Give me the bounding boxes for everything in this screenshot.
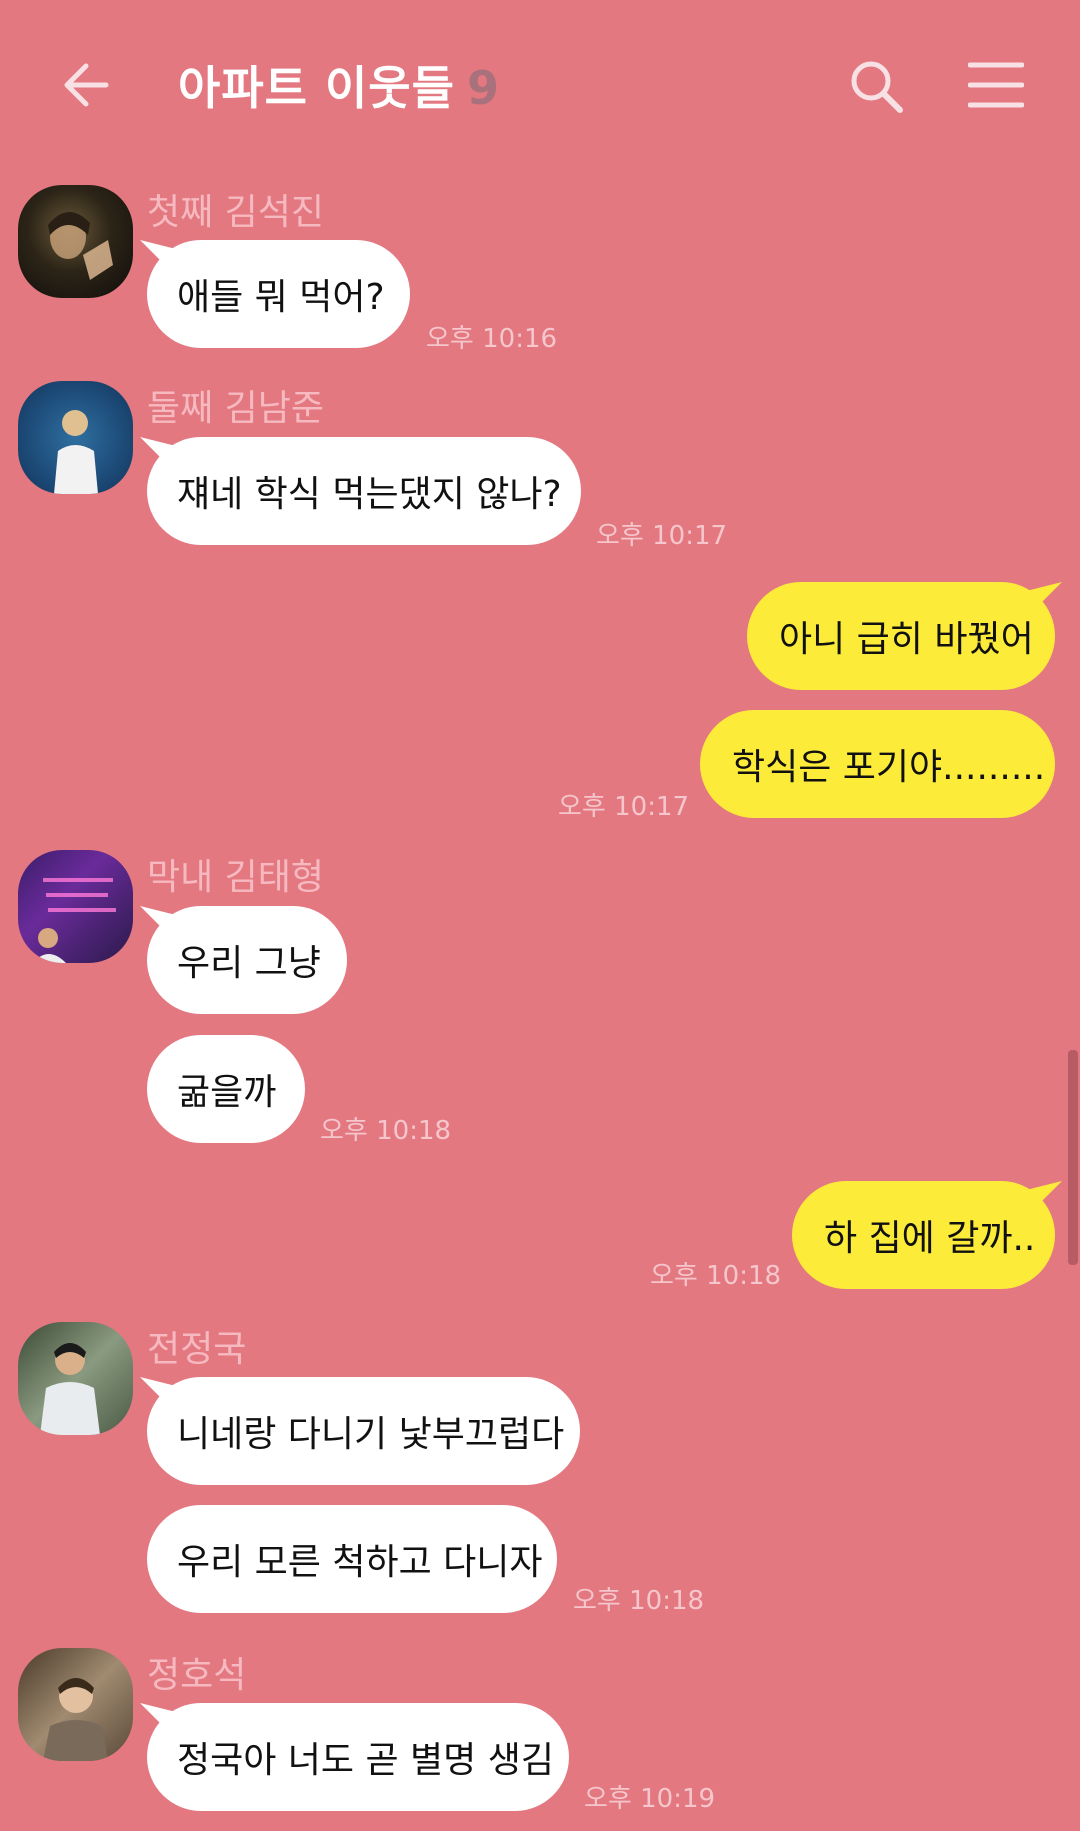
chat-title: 아파트 이웃들 9: [178, 52, 500, 118]
avatar-jungkook-icon[interactable]: [18, 1322, 133, 1435]
sender-name: 전정국: [147, 1329, 247, 1370]
chat-bubble[interactable]: 굶을까: [147, 1035, 305, 1143]
sender-name: 막내 김태형: [147, 857, 325, 898]
search-icon[interactable]: [846, 56, 906, 116]
message-text: 쟤네 학식 먹는댔지 않나?: [177, 474, 562, 515]
message-text: 우리 모른 척하고 다니자: [177, 1542, 543, 1583]
message-text: 정국아 너도 곧 별명 생김: [177, 1740, 554, 1781]
chat-bubble[interactable]: 우리 그냥: [147, 906, 347, 1014]
avatar-hoseok-icon[interactable]: [18, 1648, 133, 1761]
message-text: 니네랑 다니기 낯부끄럽다: [177, 1414, 565, 1455]
avatar-namjoon-icon[interactable]: [18, 381, 133, 494]
message-text: 아니 급히 바꿨어: [779, 619, 1034, 660]
sender-name: 둘째 김남준: [147, 388, 325, 429]
chat-bubble-outgoing[interactable]: 학식은 포기야.........: [700, 710, 1055, 818]
message-text: 애들 뭐 먹어?: [177, 277, 385, 318]
menu-icon[interactable]: [967, 60, 1025, 110]
message-time: 오후 10:17: [596, 521, 728, 551]
chat-bubble[interactable]: 우리 모른 척하고 다니자: [147, 1505, 557, 1613]
message-time: 오후 10:19: [584, 1784, 716, 1814]
message-time: 오후 10:18: [320, 1116, 452, 1146]
message-text: 굶을까: [177, 1072, 277, 1113]
message-time: 오후 10:18: [650, 1261, 782, 1291]
message-time: 오후 10:16: [426, 324, 558, 354]
chat-bubble-outgoing[interactable]: 아니 급히 바꿨어: [747, 582, 1055, 690]
message-time: 오후 10:18: [573, 1586, 705, 1616]
chat-bubble-outgoing[interactable]: 하 집에 갈까..: [792, 1181, 1055, 1289]
message-text: 학식은 포기야.........: [732, 747, 1046, 788]
chat-bubble[interactable]: 쟤네 학식 먹는댔지 않나?: [147, 437, 581, 545]
message-time: 오후 10:17: [558, 792, 690, 822]
avatar-jin-icon[interactable]: [18, 185, 133, 298]
message-text: 우리 그냥: [177, 943, 321, 984]
chat-header: 아파트 이웃들 9: [0, 0, 1080, 170]
sender-name: 정호석: [147, 1655, 247, 1696]
message-text: 하 집에 갈까..: [824, 1218, 1036, 1259]
scrollbar[interactable]: [1068, 1050, 1078, 1265]
chat-bubble[interactable]: 정국아 너도 곧 별명 생김: [147, 1703, 569, 1811]
member-count: 9: [466, 61, 500, 115]
sender-name: 첫째 김석진: [147, 192, 325, 233]
chat-room-name: 아파트 이웃들: [178, 61, 455, 115]
avatar-taehyung-icon[interactable]: [18, 850, 133, 963]
chat-bubble[interactable]: 애들 뭐 먹어?: [147, 240, 410, 348]
chat-bubble[interactable]: 니네랑 다니기 낯부끄럽다: [147, 1377, 580, 1485]
back-arrow-icon[interactable]: [58, 55, 118, 115]
